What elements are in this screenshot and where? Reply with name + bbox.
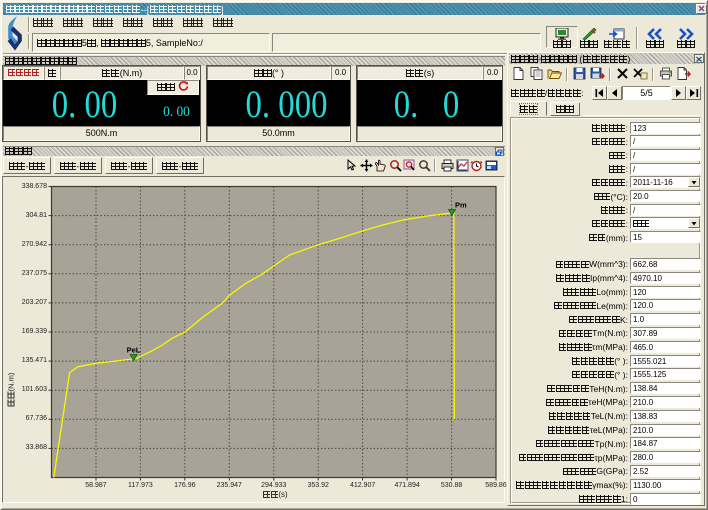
svg-text:PeL: PeL (127, 346, 141, 355)
svg-text:Pm: Pm (455, 201, 467, 210)
